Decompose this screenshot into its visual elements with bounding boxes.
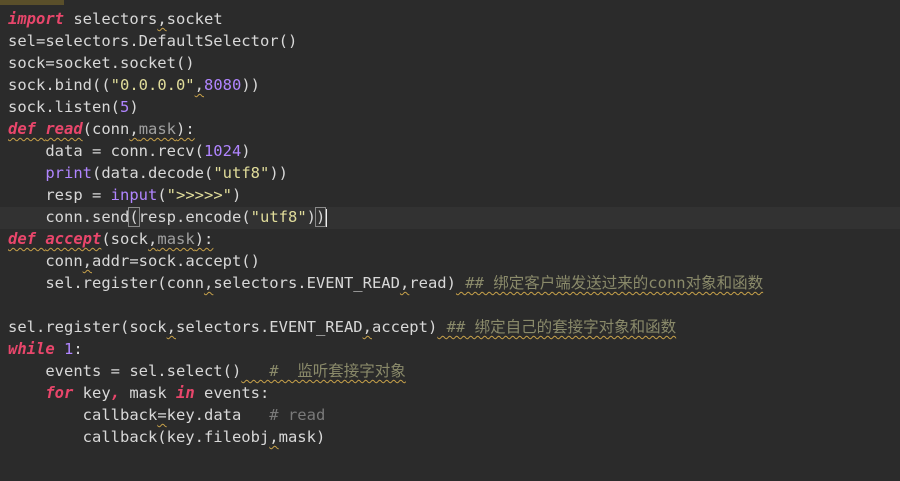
text-caret [325, 208, 328, 227]
code-editor[interactable]: import selectors,socket sel=selectors.De… [0, 0, 900, 481]
comment: # read [241, 406, 326, 424]
code-line: sel.register(sock,selectors.EVENT_READ,a… [8, 318, 677, 336]
code-line: sel.register(conn,selectors.EVENT_READ,r… [45, 274, 764, 292]
keyword-import: import [8, 10, 64, 28]
code-line: for key, mask in events: [45, 384, 270, 402]
code-line: def read(conn,mask): [8, 120, 195, 138]
keyword-for: for [45, 384, 74, 402]
code-line: sock=socket.socket() [8, 54, 195, 72]
code-line: print(data.decode("utf8")) [45, 164, 288, 182]
code-line: resp = input(">>>>>") [45, 186, 242, 204]
comment: ## 绑定客户端发送过来的conn对象和函数 [455, 274, 764, 292]
code-line-current: conn.send(resp.encode("utf8")) [45, 207, 328, 227]
function-name-read: read [45, 120, 83, 138]
code-line: import selectors,socket [8, 10, 223, 28]
comment: ## 绑定自己的套接字对象和函数 [437, 318, 677, 336]
code-line: events = sel.select() # 监听套接字对象 [45, 362, 406, 380]
code-line: def accept(sock,mask): [8, 230, 214, 248]
function-name-accept: accept [45, 230, 102, 248]
code-line: data = conn.recv(1024) [45, 142, 251, 160]
keyword-while: while [8, 340, 55, 358]
comment: # 监听套接字对象 [241, 362, 406, 380]
code-line: sock.listen(5) [8, 98, 139, 116]
keyword-in: in [176, 384, 195, 402]
code-line: conn,addr=sock.accept() [45, 252, 260, 270]
editor-tab[interactable] [0, 0, 64, 5]
matched-bracket-close: ) [314, 207, 327, 227]
code-line: while 1: [8, 340, 83, 358]
code-line: callback(key.fileobj,mask) [82, 428, 326, 446]
code-line: sel=selectors.DefaultSelector() [8, 32, 298, 50]
matched-bracket-open: ( [128, 207, 140, 227]
code-area[interactable]: import selectors,socket sel=selectors.De… [8, 8, 900, 448]
code-line: callback=key.data # read [82, 406, 326, 424]
code-line: sock.bind(("0.0.0.0",8080)) [8, 76, 260, 94]
